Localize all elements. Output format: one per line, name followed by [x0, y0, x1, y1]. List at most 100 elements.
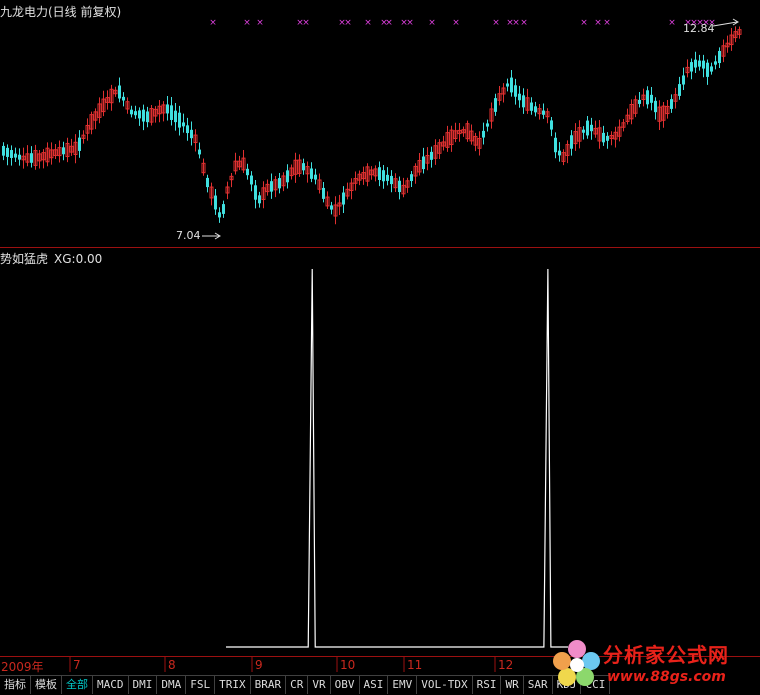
signal-marker: × — [512, 18, 520, 28]
axis-month-label: 11 — [407, 658, 423, 672]
candle-body — [422, 156, 425, 170]
tab-vol-tdx[interactable]: VOL-TDX — [417, 675, 473, 694]
xg-series-line — [226, 268, 568, 648]
candle-body — [550, 120, 553, 130]
candle-body — [310, 168, 313, 179]
candle-body — [646, 90, 649, 105]
candle-body — [506, 83, 509, 87]
candle-body — [130, 109, 133, 115]
tab-macd[interactable]: MACD — [93, 675, 129, 694]
candle-body — [510, 77, 513, 93]
candle-body — [286, 170, 289, 183]
candle-body — [246, 168, 249, 176]
candle-body — [378, 167, 381, 181]
tab-trix[interactable]: TRIX — [215, 675, 251, 694]
candle-body — [518, 93, 521, 101]
tab-dma[interactable]: DMA — [157, 675, 187, 694]
axis-month-label: 8 — [168, 658, 176, 672]
signal-marker: × — [492, 18, 500, 28]
axis-year-label: 2009年 — [1, 660, 44, 674]
indicator-name: 势如猛虎 — [0, 252, 49, 266]
candle-body — [250, 175, 253, 185]
tab-asi[interactable]: ASI — [359, 675, 389, 694]
candle-body — [2, 145, 5, 156]
candle-body — [410, 174, 413, 182]
candle-body — [382, 170, 385, 182]
candle-body — [558, 150, 561, 156]
signal-marker: × — [520, 18, 528, 28]
candle-body — [482, 130, 485, 138]
candle-body — [682, 75, 685, 85]
candle-body — [690, 62, 693, 72]
candle-body — [186, 125, 189, 134]
signal-marker: × — [668, 18, 676, 28]
axis-month-label: 9 — [255, 658, 263, 672]
candle-body — [342, 192, 345, 205]
pane-divider[interactable] — [0, 247, 760, 248]
tab-indicator[interactable]: 指标 — [0, 675, 31, 694]
candle-body — [218, 212, 221, 218]
indicator-chart[interactable] — [0, 249, 760, 655]
candle-body — [142, 109, 145, 122]
candle-body — [694, 59, 697, 68]
candle-body — [134, 111, 137, 116]
candle-body — [170, 105, 173, 120]
signal-marker: × — [452, 18, 460, 28]
tab-sar[interactable]: SAR — [523, 675, 553, 694]
candle-body — [258, 195, 261, 204]
tab-dmi[interactable]: DMI — [128, 675, 158, 694]
candle-body — [214, 195, 217, 210]
tab-fsl[interactable]: FSL — [186, 675, 216, 694]
candle-body — [606, 135, 609, 141]
tab-all[interactable]: 全部 — [62, 675, 93, 694]
candle-body — [570, 135, 573, 149]
axis-month-label: 10 — [340, 658, 356, 672]
tab-rsi[interactable]: RSI — [472, 675, 502, 694]
tab-emv[interactable]: EMV — [388, 675, 418, 694]
chart-title: 九龙电力(日线 前复权) — [0, 5, 122, 19]
candle-body — [314, 174, 317, 180]
tab-wr[interactable]: WR — [501, 675, 524, 694]
watermark-url: www.88gs.com — [607, 669, 726, 685]
candle-body — [522, 95, 525, 108]
candle-body — [718, 50, 721, 64]
site-watermark: 分析家公式网 www.88gs.com — [551, 635, 756, 691]
signal-marker: × — [243, 18, 251, 28]
candle-body — [590, 124, 593, 132]
axis-month-label: 12 — [498, 658, 514, 672]
candle-body — [542, 110, 545, 115]
candle-body — [390, 175, 393, 185]
candle-body — [330, 205, 333, 210]
candle-body — [182, 122, 185, 127]
signal-marker: × — [209, 18, 217, 28]
tab-cr[interactable]: CR — [286, 675, 309, 694]
candle-body — [386, 174, 389, 181]
tab-brar[interactable]: BRAR — [250, 675, 287, 694]
candle-body — [430, 151, 433, 160]
signal-marker: × — [364, 18, 372, 28]
candle-body — [30, 153, 33, 163]
signal-marker: × — [603, 18, 611, 28]
flower-logo-icon — [553, 640, 600, 686]
tab-template[interactable]: 模板 — [31, 675, 62, 694]
axis-month-label: 7 — [73, 658, 81, 672]
signal-marker: × — [428, 18, 436, 28]
signal-marker: × — [385, 18, 393, 28]
candle-body — [650, 94, 653, 103]
tab-vr[interactable]: VR — [308, 675, 331, 694]
candlestick-chart[interactable]: × × × ×× ×× × ×× ×× × × × ×× × × × × × ××××× — [0, 0, 760, 248]
candle-body — [166, 104, 169, 114]
candle-body — [398, 180, 401, 193]
high-price-label: 12.84 — [683, 22, 715, 35]
candle-body — [322, 187, 325, 199]
signal-marker: × — [344, 18, 352, 28]
signal-marker: × — [580, 18, 588, 28]
tab-obv[interactable]: OBV — [330, 675, 360, 694]
high-arrow — [712, 21, 738, 27]
indicator-title: 势如猛虎 XG:0.00 — [0, 250, 102, 267]
candle-body — [222, 204, 225, 214]
candle-body — [710, 66, 713, 72]
candle-body — [174, 110, 177, 123]
candle-body — [586, 120, 589, 136]
indicator-value: XG:0.00 — [54, 252, 103, 266]
